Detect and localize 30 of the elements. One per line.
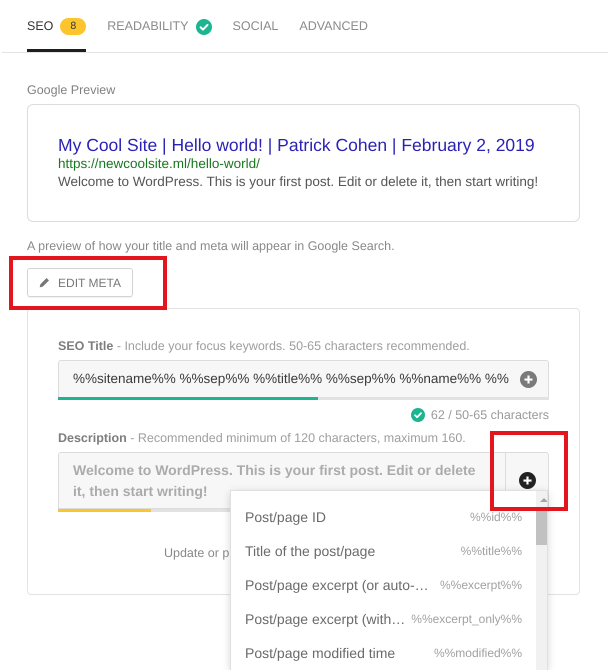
variable-code: %%modified%% — [434, 645, 522, 662]
section-heading: Google Preview — [27, 82, 116, 98]
preview-description: Welcome to WordPress. This is your first post. Edit or delete it, then start writing! — [58, 173, 540, 191]
menu-option[interactable]: Post/page excerpt (or auto-… — [245, 574, 429, 596]
tab[interactable]: ADVANCED — [299, 0, 368, 52]
footer-note: Update or p — [164, 545, 230, 561]
scroll-up-arrow-icon[interactable] — [540, 498, 547, 502]
add-circle-icon — [520, 370, 536, 388]
tab[interactable]: SEO 8 — [27, 0, 86, 52]
menu-option[interactable]: Post/page ID — [245, 506, 326, 528]
tab[interactable]: READABILITY — [107, 0, 212, 52]
variable-code: %%excerpt%% — [440, 577, 522, 594]
menu-option[interactable]: Post/page modified time — [245, 642, 396, 664]
seo-title-field[interactable]: %%sitename%% %%sep%% %%title%% %%sep%% %%name%% %% — [58, 360, 549, 397]
preview-title: My Cool Site | Hello world! | Patrick Cohen | February 2, 2019 — [58, 134, 536, 156]
pencil-icon — [39, 277, 50, 288]
field-label: Description - Recommended minimum of 120 characters, maximum 160. — [58, 430, 467, 446]
menu-option[interactable]: Post/page excerpt (with… — [245, 608, 406, 630]
count-badge: 8 — [60, 18, 86, 35]
edit-meta-button[interactable]: EDIT META — [27, 268, 133, 297]
scrollbar-thumb[interactable] — [536, 510, 547, 545]
menu-option[interactable]: Title of the post/page — [245, 540, 376, 562]
preview-caption: A preview of how your title and meta will appear in Google Search. — [27, 238, 396, 254]
tab[interactable]: SOCIAL — [232, 0, 278, 52]
variable-code: %%id%% — [470, 509, 522, 526]
variable-code: %%title%% — [460, 543, 522, 560]
character-counter: 62 / 50-65 characters — [430, 407, 549, 423]
field-label: SEO Title - Include your focus keywords. 50-65 characters recommended. — [58, 338, 471, 354]
variable-code: %%excerpt_only%% — [411, 611, 522, 628]
preview-url: https://newcoolsite.ml/hello-world/ — [58, 156, 261, 172]
